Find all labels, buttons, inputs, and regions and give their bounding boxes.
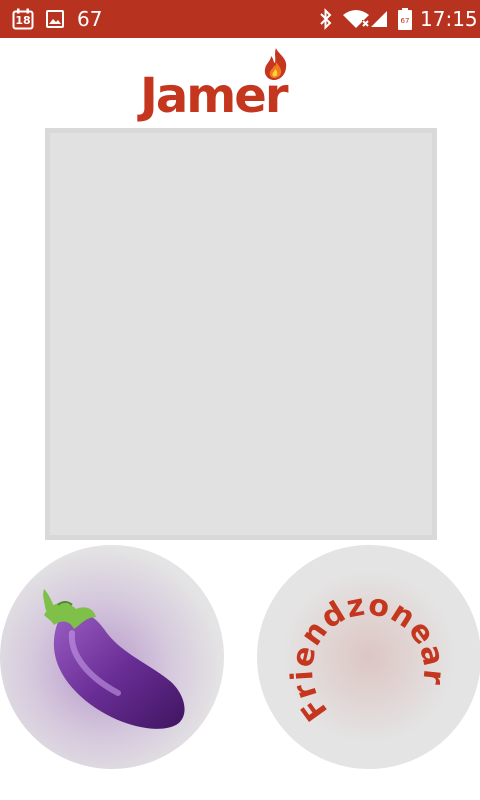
image-icon [46, 10, 64, 28]
friendzone-label-graphic: Friendzonear [285, 587, 452, 727]
flame-icon [262, 46, 290, 82]
calendar-day: 18 [15, 14, 31, 27]
status-bar: 18 67 67 17:15 [0, 0, 480, 38]
battery-icon: 67 [398, 8, 412, 30]
friendzone-label: Friendzonear [285, 587, 451, 727]
eggplant-icon [43, 589, 185, 729]
signal-icon [370, 10, 388, 28]
wifi-icon [342, 9, 370, 29]
eggplant-like-button[interactable] [0, 545, 224, 769]
calendar-icon: 18 [12, 8, 34, 30]
bluetooth-icon [318, 8, 334, 30]
notification-count: 67 [77, 7, 103, 31]
svg-text:Friendzonear: Friendzonear [285, 587, 452, 727]
clock: 17:15 [420, 7, 478, 31]
friendzone-button[interactable]: Friendzonear [257, 545, 480, 769]
profile-photo [45, 128, 437, 540]
battery-level: 67 [400, 17, 410, 25]
app-logo: Jamer [140, 42, 320, 126]
